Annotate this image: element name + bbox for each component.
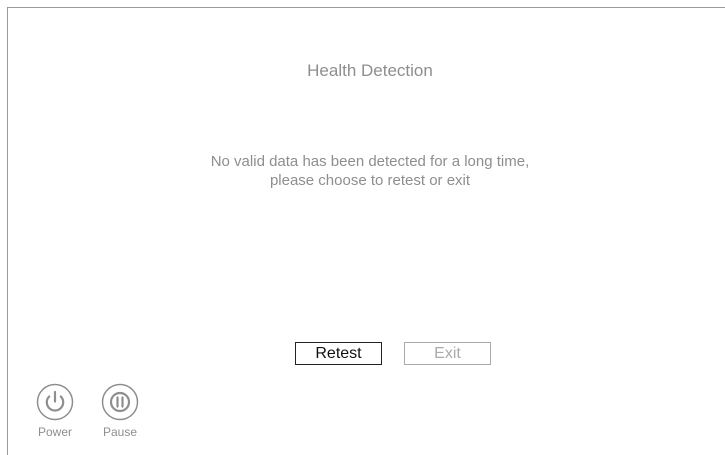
status-message-line-2: please choose to retest or exit (269, 172, 471, 189)
pause-icon[interactable] (101, 383, 139, 421)
power-icon[interactable] (36, 383, 74, 421)
retest-button[interactable]: Retest (295, 342, 382, 365)
power-label: Power (37, 425, 72, 439)
page-title: Health Detection (307, 61, 433, 80)
pause-control[interactable]: Pause (95, 383, 145, 439)
exit-button[interactable]: Exit (404, 342, 491, 365)
pause-label: Pause (102, 425, 138, 439)
status-message-line-1: No valid data has been detected for a lo… (210, 153, 530, 170)
power-control[interactable]: Power (30, 383, 80, 439)
status-message: No valid data has been detected for a lo… (0, 152, 725, 190)
